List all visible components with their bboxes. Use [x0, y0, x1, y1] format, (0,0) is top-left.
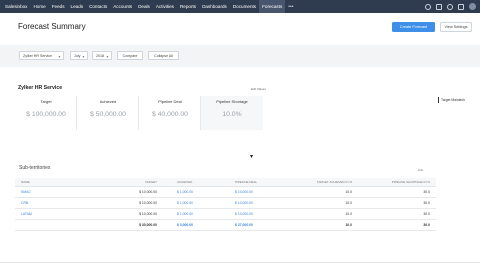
- search-icon[interactable]: [425, 3, 431, 10]
- territory-name: Zylker HR Service: [18, 85, 63, 91]
- top-nav: Salesinbox Home Feeds Leads Contacts Acc…: [0, 0, 480, 13]
- nav-item-documents[interactable]: Documents: [230, 0, 259, 13]
- mouse-cursor-icon: ▾: [250, 154, 254, 160]
- achieved-link[interactable]: $ 1,000.00: [177, 209, 193, 219]
- forecast-section: Zylker HR Service Edit Values Target $ 1…: [15, 82, 275, 130]
- achieved-percent-cell: 10.0: [345, 190, 352, 194]
- pipeline-link[interactable]: $ 10,000.00: [235, 209, 253, 219]
- chevron-down-icon: ▼: [81, 55, 85, 59]
- edit-values-link[interactable]: Edit Values: [251, 87, 266, 91]
- metric-value: $ 40,000.00: [152, 111, 188, 118]
- nav-item-activities[interactable]: Activities: [153, 0, 177, 13]
- target-cell: $ 10,000.00: [139, 201, 157, 205]
- target-marker-label: Target Maintech: [441, 98, 466, 102]
- metric-label: Achieved: [99, 99, 117, 104]
- nav-icon-group: [425, 0, 476, 13]
- column-header[interactable]: Pipeline Shortage in %: [355, 178, 430, 186]
- page-title: Forecast Summary: [18, 22, 86, 31]
- metric-achieved: Achieved $ 50,000.00: [77, 96, 139, 130]
- column-header[interactable]: Achieved: [177, 178, 192, 186]
- compare-button[interactable]: Compare: [117, 51, 143, 60]
- chevron-down-icon: ▼: [105, 55, 109, 59]
- column-header[interactable]: Pipeline Deal: [235, 178, 257, 186]
- territory-link[interactable]: CRB: [21, 198, 28, 208]
- metric-label: Pipeline Shortage: [216, 99, 248, 104]
- metric-target: Target $ 100,000.00: [15, 96, 77, 130]
- nav-item-salesinbox[interactable]: Salesinbox: [2, 0, 30, 13]
- metric-value: 10.0%: [222, 111, 242, 118]
- sub-territories-title: Sub-territories: [19, 165, 51, 171]
- period-select-value: July: [74, 54, 81, 58]
- territory-link[interactable]: SMAC: [21, 187, 31, 197]
- sub-territories-edit-link[interactable]: Edit: [418, 168, 423, 172]
- nav-item-reports[interactable]: Reports: [177, 0, 199, 13]
- nav-item-leads[interactable]: Leads: [68, 0, 87, 13]
- nav-item-dashboards[interactable]: Dashboards: [199, 0, 230, 13]
- nav-item-contacts[interactable]: Contacts: [86, 0, 110, 13]
- achieved-percent-cell: 10.0: [345, 212, 352, 216]
- shortage-percent-cell: 30.0: [423, 201, 430, 205]
- table-row: SMAC $ 10,000.00 $ 1,000.00 $ 10,000.00 …: [15, 187, 436, 198]
- column-header[interactable]: Target Achieved in %: [285, 178, 352, 186]
- metric-pipeline-deal: Pipeline Deal $ 40,000.00: [139, 96, 201, 130]
- metric-label: Target: [40, 99, 52, 104]
- table-row: LATAM $ 10,000.00 $ 1,000.00 $ 10,000.00…: [15, 209, 436, 220]
- achieved-link[interactable]: $ 1,000.00: [177, 198, 193, 208]
- metric-value: $ 100,000.00: [26, 111, 66, 118]
- sub-territories-table: Name Target Achieved Pipeline Deal Targe…: [15, 178, 436, 231]
- total-target-cell: $ 30,000.00: [139, 223, 157, 227]
- avatar[interactable]: [469, 3, 476, 10]
- settings-icon[interactable]: [458, 3, 464, 10]
- table-total-row: $ 30,000.00 $ 3,000.00 $ 27,000.00 10.0 …: [15, 220, 436, 231]
- achieved-link[interactable]: $ 1,000.00: [177, 187, 193, 197]
- shortage-percent-cell: 30.0: [423, 190, 430, 194]
- period-select[interactable]: July ▼: [70, 51, 88, 60]
- nav-item-home[interactable]: Home: [30, 0, 48, 13]
- territory-link[interactable]: LATAM: [21, 209, 32, 219]
- create-forecast-button[interactable]: Create Forecast: [392, 22, 435, 32]
- divider: [0, 262, 480, 263]
- notification-icon[interactable]: [447, 3, 453, 10]
- view-settings-button[interactable]: View Settings: [440, 22, 472, 32]
- nav-item-forecasts[interactable]: Forecasts: [259, 0, 286, 13]
- pipeline-link[interactable]: $ 10,000.00: [235, 198, 253, 208]
- territory-select-value: Zylker HR Service: [23, 54, 52, 58]
- collapse-all-button[interactable]: Collapse All: [148, 51, 179, 60]
- column-header[interactable]: Name: [21, 178, 30, 186]
- shortage-percent-cell: 30.0: [423, 212, 430, 216]
- table-row: CRB $ 10,000.00 $ 1,000.00 $ 10,000.00 1…: [15, 198, 436, 209]
- metric-pipeline-shortage: Pipeline Shortage 10.0%: [201, 96, 263, 130]
- total-shortage-percent-cell: 30.0: [423, 223, 430, 227]
- target-cell: $ 10,000.00: [139, 212, 157, 216]
- calendar-icon[interactable]: [436, 3, 442, 10]
- target-marker-line: [438, 97, 439, 103]
- total-pipeline-link[interactable]: $ 27,000.00: [235, 220, 253, 230]
- year-select[interactable]: 2018 ▼: [92, 51, 112, 60]
- nav-item-accounts[interactable]: Accounts: [110, 0, 135, 13]
- metric-label: Pipeline Deal: [158, 99, 182, 104]
- column-header[interactable]: Target: [115, 178, 157, 186]
- nav-more-button[interactable]: •••: [285, 4, 296, 10]
- metric-value: $ 50,000.00: [90, 111, 126, 118]
- filter-bar: Zylker HR Service ▼ July ▼ 2018 ▼ Compar…: [0, 45, 480, 67]
- total-achieved-link[interactable]: $ 3,000.00: [177, 220, 193, 230]
- year-select-value: 2018: [96, 54, 104, 58]
- pipeline-link[interactable]: $ 10,000.00: [235, 187, 253, 197]
- nav-item-deals[interactable]: Deals: [135, 0, 153, 13]
- nav-item-feeds[interactable]: Feeds: [49, 0, 68, 13]
- territory-select[interactable]: Zylker HR Service ▼: [19, 51, 64, 60]
- total-achieved-percent-cell: 10.0: [345, 223, 352, 227]
- table-header: Name Target Achieved Pipeline Deal Targe…: [15, 178, 436, 187]
- chevron-down-icon: ▼: [57, 55, 61, 59]
- achieved-percent-cell: 10.0: [345, 201, 352, 205]
- target-marker: Target Maintech: [438, 97, 465, 103]
- target-cell: $ 10,000.00: [139, 190, 157, 194]
